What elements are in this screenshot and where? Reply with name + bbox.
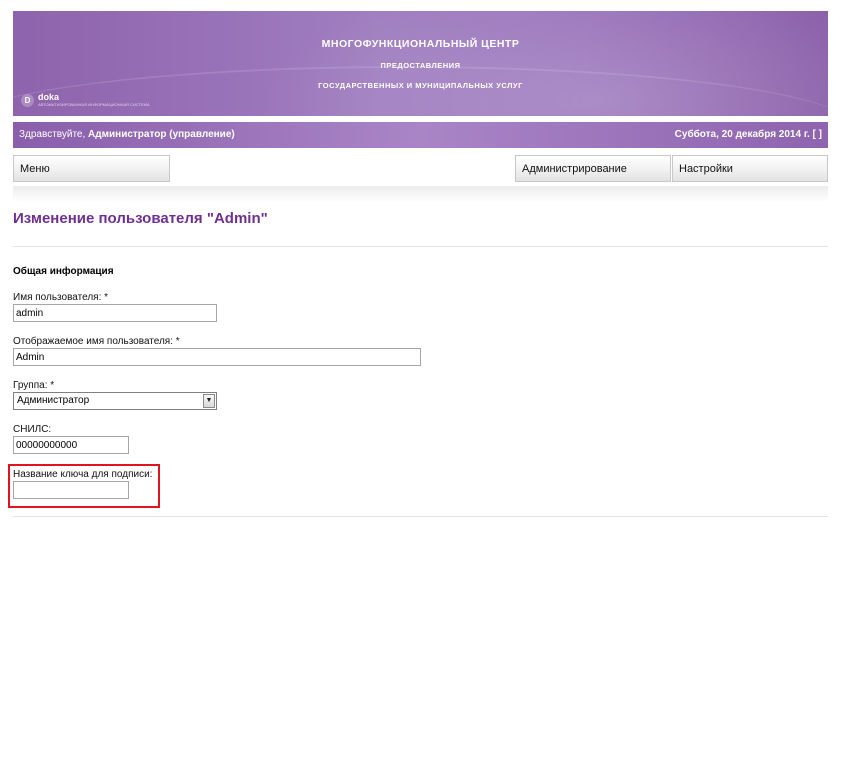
- display-name-input[interactable]: [13, 348, 421, 366]
- current-date: Суббота, 20 декабря 2014 г. [ ]: [674, 129, 822, 140]
- header-title-line2: ПРЕДОСТАВЛЕНИЯ: [380, 61, 461, 70]
- divider-bottom: [13, 516, 828, 517]
- page-title: Изменение пользователя "Admin": [13, 210, 268, 227]
- user-bar: Здравствуйте, Администратор (управление)…: [13, 122, 828, 148]
- dropdown-arrow-icon[interactable]: ▼: [203, 394, 215, 408]
- header-title-line3: ГОСУДАРСТВЕННЫХ И МУНИЦИПАЛЬНЫХ УСЛУГ: [318, 81, 523, 90]
- snils-input[interactable]: [13, 436, 129, 454]
- doka-logo-icon: D: [21, 94, 34, 107]
- settings-button[interactable]: Настройки: [672, 155, 828, 182]
- logo-subtitle: АВТОМАТИЗИРОВАННАЯ ИНФОРМАЦИОННАЯ СИСТЕМ…: [38, 102, 150, 107]
- snils-label: СНИЛС:: [13, 424, 52, 435]
- section-heading: Общая информация: [13, 266, 114, 277]
- header-title-line1: МНОГОФУНКЦИОНАЛЬНЫЙ ЦЕНТР: [321, 38, 520, 50]
- username-label: Имя пользователя: *: [13, 292, 109, 303]
- divider: [13, 246, 828, 247]
- highlight-box: [8, 464, 160, 508]
- header-banner: МНОГОФУНКЦИОНАЛЬНЫЙ ЦЕНТР ПРЕДОСТАВЛЕНИЯ…: [13, 11, 828, 116]
- logo-name: doka: [38, 92, 60, 102]
- display-name-label: Отображаемое имя пользователя: *: [13, 336, 180, 347]
- username-input[interactable]: [13, 304, 217, 322]
- group-selected-value: Администратор: [17, 395, 90, 406]
- greeting-text: Здравствуйте,: [19, 129, 86, 140]
- page: МНОГОФУНКЦИОНАЛЬНЫЙ ЦЕНТР ПРЕДОСТАВЛЕНИЯ…: [0, 0, 841, 777]
- group-select[interactable]: Администратор ▼: [13, 392, 217, 410]
- administration-button[interactable]: Администрирование: [515, 155, 671, 182]
- current-user: Администратор (управление): [88, 129, 235, 140]
- group-label: Группа: *: [13, 380, 55, 391]
- menu-button[interactable]: Меню: [13, 155, 170, 182]
- greeting: Здравствуйте, Администратор (управление): [19, 129, 235, 140]
- doka-logo: D doka АВТОМАТИЗИРОВАННАЯ ИНФОРМАЦИОННАЯ…: [21, 93, 150, 108]
- nav-shadow: [13, 186, 828, 202]
